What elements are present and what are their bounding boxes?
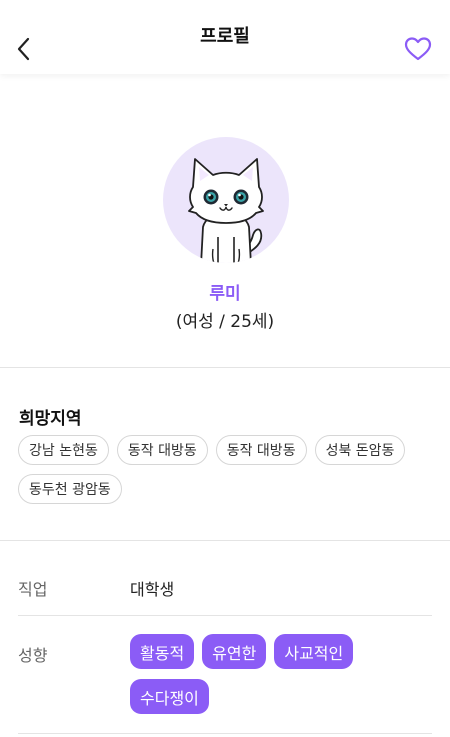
back-button[interactable] [14, 36, 34, 62]
gender-age: (여성 / 25세) [175, 312, 275, 332]
row-divider [18, 615, 432, 616]
personality-tag: 활동적 [130, 634, 195, 669]
personality-tag: 수다쟁이 [130, 679, 209, 714]
avatar [163, 137, 289, 263]
personality-tag: 사교적인 [274, 634, 354, 669]
page-title: 프로필 [200, 26, 250, 47]
job-value: 대학생 [130, 580, 175, 599]
row-divider [18, 733, 432, 734]
personality-tags: 활동적 유연한 사교적인 수다쟁이 [130, 634, 430, 724]
chevron-left-icon [17, 37, 30, 61]
app-header: 프로필 [0, 0, 450, 74]
region-chip: 동두천 광암동 [18, 474, 122, 504]
region-chip: 동작 대방동 [116, 435, 208, 465]
cat-avatar-icon [188, 158, 264, 263]
section-divider [0, 540, 450, 541]
profile-section: 루미 (여성 / 25세) [0, 74, 450, 368]
region-chip: 강남 논현동 [18, 435, 109, 465]
region-chip: 성북 돈암동 [314, 435, 406, 465]
nickname: 루미 [209, 284, 241, 304]
region-title: 희망지역 [19, 409, 82, 429]
favorite-button[interactable] [404, 36, 432, 62]
region-chips: 강남 논현동 동작 대방동 동작 대방동 성북 돈암동 동두천 광암동 [18, 435, 438, 513]
personality-tag: 유연한 [202, 634, 267, 669]
region-chip: 동작 대방동 [215, 435, 307, 465]
heart-outline-icon [404, 37, 432, 61]
personality-label: 성향 [18, 646, 48, 665]
job-label: 직업 [18, 580, 48, 599]
section-divider [0, 367, 450, 368]
